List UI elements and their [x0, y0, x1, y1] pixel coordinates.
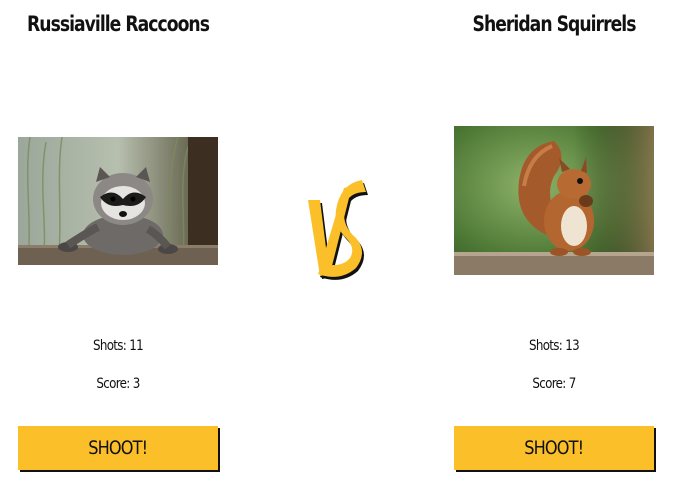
game-page: Russiaville Raccoons Shots: 11 Score: 3 … — [0, 0, 675, 503]
home-score: Score: 3 — [96, 376, 140, 392]
squirrel-photo — [454, 126, 654, 275]
home-shoot-button[interactable]: SHOOT! — [18, 426, 218, 470]
vs-logo — [300, 178, 370, 280]
away-shoot-button[interactable]: SHOOT! — [454, 426, 654, 470]
raccoon-image — [18, 137, 218, 265]
away-shoot-label: SHOOT! — [524, 437, 584, 459]
raccoon-photo — [18, 137, 218, 265]
away-team-name: Sheridan Squirrels — [472, 12, 637, 36]
away-shots: Shots: 13 — [528, 338, 580, 354]
home-shoot-label: SHOOT! — [88, 437, 148, 459]
vs-icon — [308, 180, 368, 280]
squirrel-image — [454, 126, 654, 275]
away-score: Score: 7 — [532, 376, 576, 392]
home-shots: Shots: 11 — [92, 338, 144, 354]
home-team-name: Russiaville Raccoons — [27, 12, 210, 36]
